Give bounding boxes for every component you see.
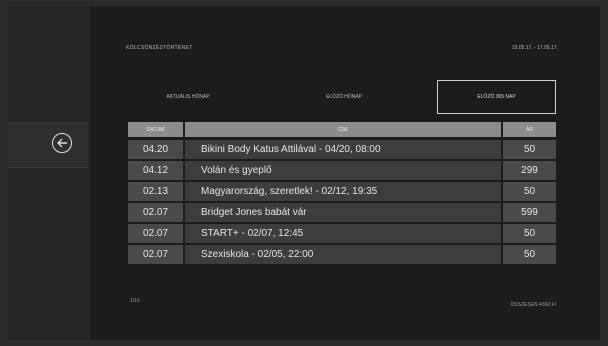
back-strip — [8, 122, 88, 168]
tab-current-month[interactable]: AKTUÁLIS HÓNAP — [128, 80, 248, 114]
row-price: 50 — [503, 140, 556, 159]
row-title: Magyarország, szeretlek! - 02/12, 19:35 — [185, 182, 501, 201]
header-title: CÍM — [185, 122, 501, 137]
row-price: 299 — [503, 161, 556, 180]
row-price: 599 — [503, 203, 556, 222]
tab-previous-365-days[interactable]: ELŐZŐ 365 NAP — [437, 80, 556, 114]
row-price: 50 — [503, 182, 556, 201]
table-row[interactable]: 04.20 Bikini Body Katus Attilával - 04/2… — [128, 140, 556, 159]
total-amount: ÖSSZESEN 4392 Ft — [510, 302, 556, 308]
row-date: 04.12 — [128, 161, 183, 180]
row-title: Bridget Jones babát vár — [185, 203, 501, 222]
table-row[interactable]: 04.12 Volán és gyeplő 299 — [128, 161, 556, 180]
date-range: 15.05.17. - 17.05.17. — [511, 45, 558, 51]
tab-label: ELŐZŐ 365 NAP — [477, 94, 516, 100]
tab-previous-month[interactable]: ELŐZŐ HÓNAP — [274, 80, 414, 114]
row-date: 02.07 — [128, 224, 183, 243]
header-price: ÁR — [503, 122, 556, 137]
row-date: 02.07 — [128, 203, 183, 222]
row-date: 02.13 — [128, 182, 183, 201]
table-row[interactable]: 02.07 Bridget Jones babát vár 599 — [128, 203, 556, 222]
row-title: Szexiskola - 02/05, 22:00 — [185, 245, 501, 264]
table-row[interactable]: 02.07 START+ - 02/07, 12:45 50 — [128, 224, 556, 243]
row-title: START+ - 02/07, 12:45 — [185, 224, 501, 243]
row-date: 02.07 — [128, 245, 183, 264]
row-price: 50 — [503, 224, 556, 243]
row-date: 04.20 — [128, 140, 183, 159]
tab-label: ELŐZŐ HÓNAP — [325, 94, 363, 100]
row-price: 50 — [503, 245, 556, 264]
rental-history-table: DÁTUM CÍM ÁR 04.20 Bikini Body Katus Att… — [128, 122, 556, 266]
page-indicator: 1/16 — [130, 298, 140, 304]
table-header: DÁTUM CÍM ÁR — [128, 122, 556, 137]
row-title: Volán és gyeplő — [185, 161, 501, 180]
table-row[interactable]: 02.13 Magyarország, szeretlek! - 02/12, … — [128, 182, 556, 201]
page-title: KÖLCSÖNZÉSTÖRTÉNET — [126, 45, 193, 51]
table-row[interactable]: 02.07 Szexiskola - 02/05, 22:00 50 — [128, 245, 556, 264]
header-date: DÁTUM — [128, 122, 183, 137]
back-button[interactable] — [52, 133, 72, 153]
tab-label: AKTUÁLIS HÓNAP — [166, 94, 210, 100]
row-title: Bikini Body Katus Attilával - 04/20, 08:… — [185, 140, 501, 159]
arrow-left-icon — [57, 138, 68, 148]
